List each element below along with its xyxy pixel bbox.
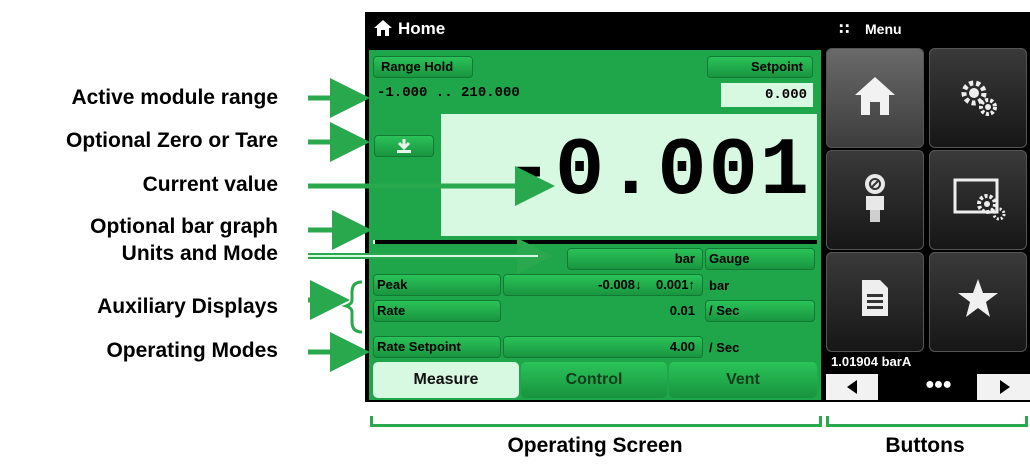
annotation-arrows (308, 78, 555, 372)
aux-brace (341, 280, 363, 334)
operating-screen-caption: Operating Screen (507, 434, 683, 457)
buttons-caption: Buttons (885, 434, 965, 457)
buttons-bracket (826, 416, 1028, 427)
operating-screen-bracket (370, 416, 822, 427)
